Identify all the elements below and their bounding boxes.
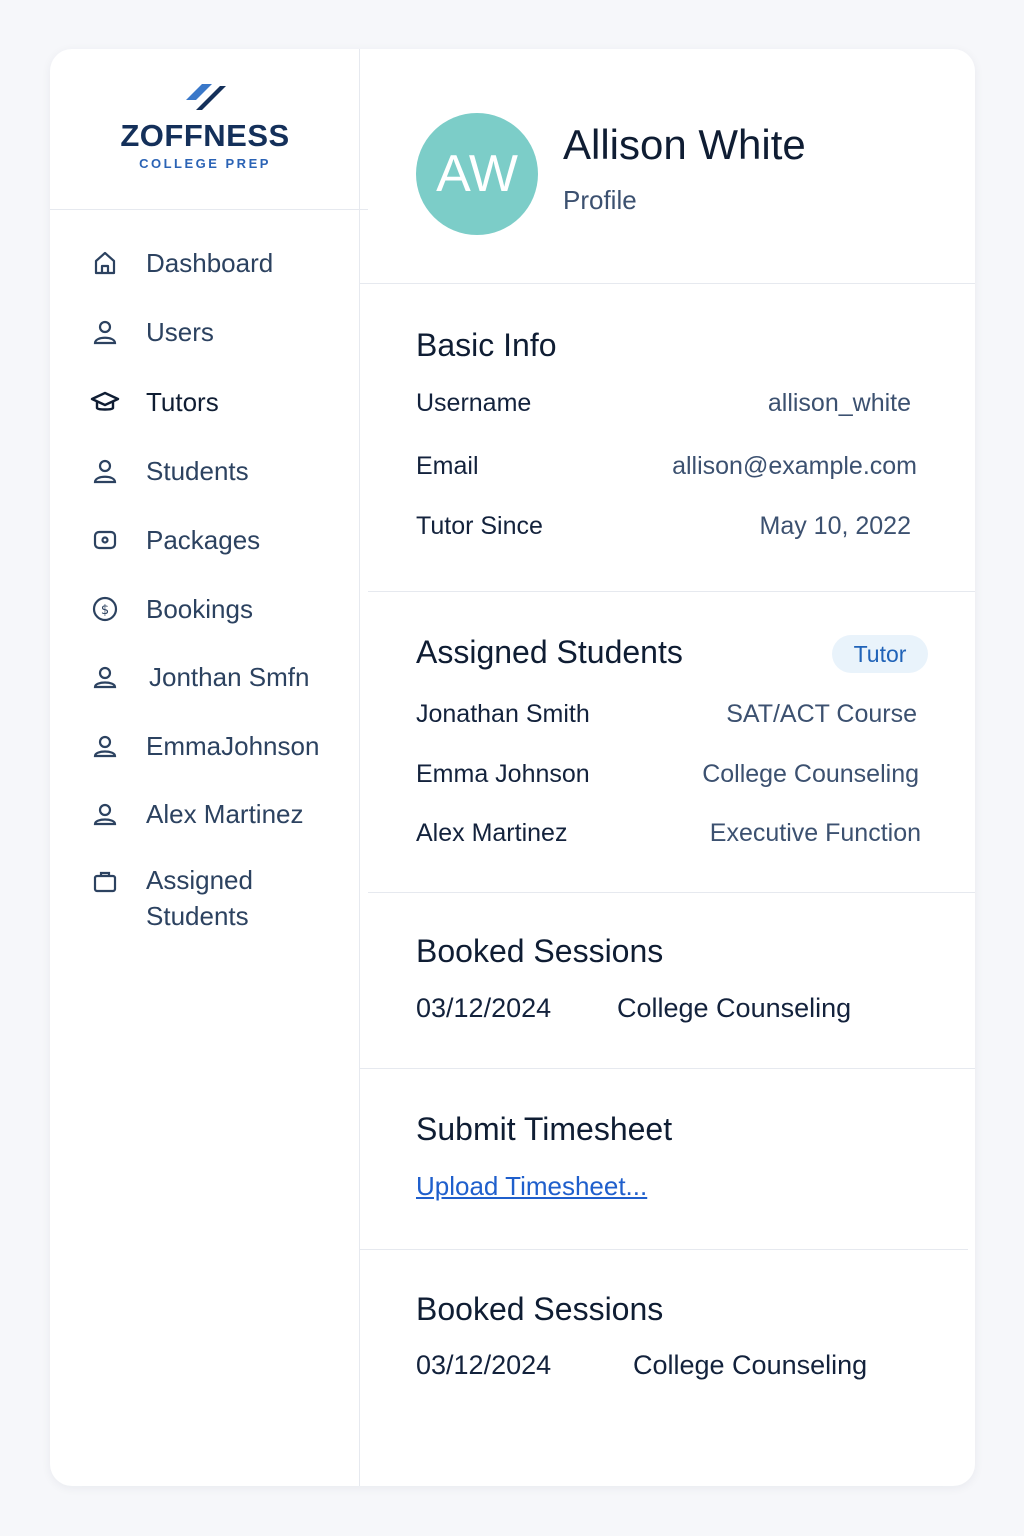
username-label: Username	[416, 389, 532, 417]
student-course: Executive Function	[709, 819, 921, 847]
student-name[interactable]: Emma Johnson	[416, 760, 590, 789]
assigned-students-title: Assigned Students	[416, 634, 683, 670]
student-course: SAT/ACT Course	[726, 700, 917, 728]
graduation-cap-icon	[90, 387, 120, 417]
home-icon	[90, 248, 120, 278]
svg-text:$: $	[101, 603, 109, 618]
sidebar-item-label: Jonthan Smfn	[149, 662, 310, 692]
avatar: AW	[416, 113, 538, 235]
session-name: College Counseling	[633, 1350, 868, 1380]
sidebar-item-alex-martinez[interactable]: Alex Martinez	[90, 796, 304, 832]
sidebar: ZOFFNESS COLLEGE PREP Dashboard Users Tu…	[50, 49, 368, 1486]
role-badge: Tutor	[832, 635, 928, 673]
user-icon	[90, 731, 120, 761]
email-value: allison@example.com	[672, 452, 917, 480]
sidebar-item-jonthan-smfn[interactable]: Jonthan Smfn	[90, 659, 309, 695]
sidebar-item-users[interactable]: Users	[90, 314, 214, 350]
session-date: 03/12/2024	[416, 1350, 552, 1380]
dollar-circle-icon: $	[90, 594, 120, 624]
logo[interactable]: ZOFFNESS COLLEGE PREP	[50, 49, 368, 210]
username-value: allison_white	[767, 389, 911, 417]
user-icon	[90, 662, 120, 692]
session-name: College Counseling	[617, 993, 852, 1023]
logo-mark-icon	[186, 84, 226, 110]
user-icon	[90, 799, 120, 829]
sidebar-item-label: Alex Martinez	[146, 799, 304, 829]
email-label: Email	[416, 452, 479, 480]
profile-panel: AW Allison White Profile Basic Info User…	[360, 49, 975, 1486]
briefcase-icon	[90, 867, 120, 897]
sidebar-item-dashboard[interactable]: Dashboard	[90, 245, 273, 281]
divider	[368, 892, 975, 893]
booked-sessions-title: Booked Sessions	[416, 1291, 664, 1327]
sidebar-item-label: Dashboard	[146, 248, 274, 278]
submit-timesheet-title: Submit Timesheet	[416, 1111, 673, 1147]
sidebar-item-label: Assigned Students	[146, 865, 253, 931]
brand-tagline: COLLEGE PREP	[139, 156, 271, 171]
sidebar-item-label: Users	[146, 317, 214, 347]
student-name[interactable]: Alex Martinez	[416, 819, 567, 848]
main-card: ZOFFNESS COLLEGE PREP Dashboard Users Tu…	[50, 49, 975, 1486]
sidebar-item-packages[interactable]: Packages	[90, 522, 260, 558]
divider	[368, 591, 975, 592]
sidebar-item-label: Tutors	[146, 387, 219, 417]
student-course: College Counseling	[702, 760, 919, 788]
divider	[360, 1068, 975, 1069]
sidebar-item-label: EmmaJohnson	[146, 731, 320, 761]
student-name[interactable]: Jonathan Smith	[416, 700, 590, 729]
page-title: Allison White	[563, 121, 806, 168]
sidebar-item-assigned-students[interactable]: Assigned Students	[90, 864, 253, 931]
upload-timesheet-link[interactable]: Upload Timesheet...	[416, 1171, 647, 1202]
brand-name: ZOFFNESS	[120, 118, 290, 153]
basic-info-title: Basic Info	[416, 327, 557, 363]
tutor-since-label: Tutor Since	[416, 512, 543, 540]
sidebar-item-label: Bookings	[146, 594, 253, 624]
booked-sessions-title: Booked Sessions	[416, 933, 664, 969]
package-icon	[90, 525, 120, 555]
tutor-since-value: May 10, 2022	[759, 512, 912, 540]
sidebar-item-students[interactable]: Students	[90, 453, 249, 489]
page-subtitle: Profile	[563, 185, 637, 215]
sidebar-item-tutors[interactable]: Tutors	[90, 384, 219, 420]
session-date: 03/12/2024	[416, 993, 552, 1023]
sidebar-item-label: Packages	[146, 525, 261, 555]
divider	[360, 283, 975, 284]
user-icon	[90, 456, 120, 486]
sidebar-item-emmajohnson[interactable]: EmmaJohnson	[90, 728, 319, 764]
divider	[360, 1249, 968, 1250]
sidebar-item-label: Students	[146, 456, 249, 486]
user-icon	[90, 317, 120, 347]
sidebar-item-bookings[interactable]: $ Bookings	[90, 591, 253, 627]
